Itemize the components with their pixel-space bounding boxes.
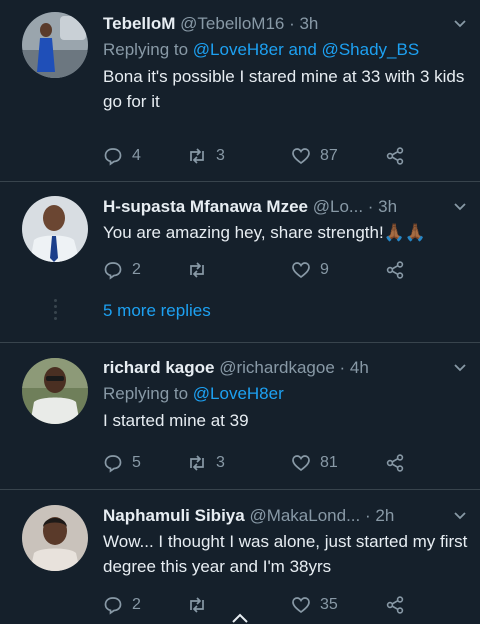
retweet-count: 3 [216,454,225,471]
reply-button[interactable]: 4 [103,144,141,168]
tweet-actions: 4 3 87 [103,144,423,168]
reply-icon [104,597,122,615]
reply-icon [104,148,122,166]
share-icon [386,147,404,165]
retweet-icon [190,597,204,613]
avatar[interactable] [22,12,88,78]
like-icon [292,148,310,165]
share-icon [386,261,404,279]
retweet-button[interactable]: 3 [187,144,225,168]
divider [0,181,480,182]
share-button[interactable] [385,451,405,475]
reply-count: 2 [132,596,141,613]
caret-up-icon[interactable] [230,612,250,624]
chevron-down-icon[interactable] [452,508,468,524]
replying-to: Replying to @LoveH8er and @Shady_BS [103,40,420,59]
reply-button[interactable]: 5 [103,451,141,475]
reply-count: 2 [132,261,141,278]
thread-dots [47,296,63,323]
display-name[interactable]: H-supasta Mfanawa Mzee [103,197,308,216]
like-button[interactable]: 9 [291,258,329,282]
more-replies-link[interactable]: 5 more replies [103,301,211,321]
share-button[interactable] [385,144,405,168]
retweet-icon [190,455,204,471]
retweet-button[interactable] [187,258,216,282]
display-name[interactable]: TebelloM [103,14,175,33]
tweet-text: Bona it's possible I stared mine at 33 w… [103,67,465,111]
chevron-down-icon[interactable] [452,360,468,376]
reply-count: 5 [132,454,141,471]
like-icon [292,455,310,472]
chevron-down-icon[interactable] [452,199,468,215]
share-button[interactable] [385,593,405,617]
tweet-text: Wow... I thought I was alone, just start… [103,532,468,576]
tweet-actions: 5 3 81 [103,451,423,475]
avatar[interactable] [22,505,88,571]
divider [0,489,480,490]
reply-icon [104,262,122,280]
like-count: 9 [320,261,329,278]
reply-count: 4 [132,147,141,164]
share-icon [386,596,404,614]
retweet-icon [190,262,204,278]
share-icon [386,454,404,472]
share-button[interactable] [385,258,405,282]
like-count: 35 [320,596,338,613]
like-count: 87 [320,147,338,164]
like-icon [292,262,310,279]
like-button[interactable]: 81 [291,451,338,475]
retweet-button[interactable] [187,593,216,617]
divider [0,342,480,343]
handle-time: @TebelloM16 · 3h [180,14,319,33]
handle-time: @richardkagoe · 4h [219,358,369,377]
avatar[interactable] [22,196,88,262]
display-name[interactable]: richard kagoe [103,358,215,377]
reply-button[interactable]: 2 [103,258,141,282]
replying-to: Replying to @LoveH8er [103,384,284,403]
tweet-text: You are amazing hey, share strength!🙏🏾🙏🏾 [103,223,427,242]
like-icon [292,597,310,614]
like-button[interactable]: 35 [291,593,338,617]
mention-link[interactable]: @LoveH8er and @Shady_BS [193,40,419,59]
display-name[interactable]: Naphamuli Sibiya [103,506,245,525]
mention-link[interactable]: @LoveH8er [193,384,284,403]
like-button[interactable]: 87 [291,144,338,168]
retweet-count: 3 [216,147,225,164]
reply-icon [104,455,122,473]
like-count: 81 [320,454,338,471]
tweet-text: I started mine at 39 [103,411,249,430]
retweet-icon [190,148,204,164]
tweet-actions: 2 35 [103,593,423,617]
reply-button[interactable]: 2 [103,593,141,617]
handle-time: @Lo... · 3h [312,197,398,216]
tweet-actions: 2 9 [103,258,423,282]
avatar[interactable] [22,358,88,424]
handle-time: @MakaLond... · 2h [249,506,395,525]
retweet-button[interactable]: 3 [187,451,225,475]
chevron-down-icon[interactable] [452,16,468,32]
